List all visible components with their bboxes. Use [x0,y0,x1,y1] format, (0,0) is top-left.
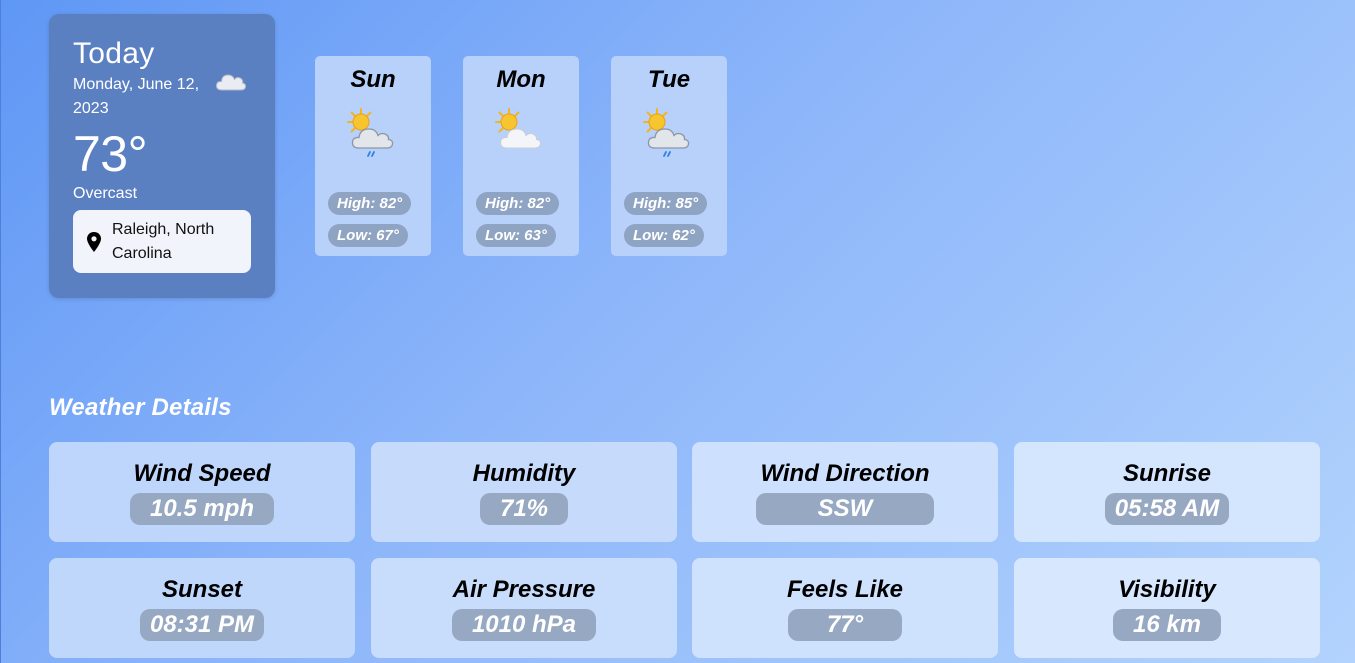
detail-label: Humidity [472,460,576,487]
forecast-day: Tue [647,66,691,93]
location-box: Raleigh, North Carolina [73,210,251,273]
forecast-high: High: 82° [476,192,560,215]
today-condition: Overcast [73,185,138,202]
detail-label: Wind Speed [133,460,271,487]
forecast-low: Low: 63° [476,224,556,247]
detail-value: 10.5 mph [129,493,275,525]
forecast-day: Sun [350,66,396,93]
forecast-low: Low: 67° [328,224,408,247]
detail-label: Sunrise [1122,460,1212,487]
today-title: Today [73,37,155,70]
detail-value: 1010 hPa [451,609,597,641]
location-pin-icon [87,231,101,252]
detail-value: 77° [787,609,903,641]
today-temperature: 73° [73,126,148,182]
sun-cloud-icon [495,108,542,149]
forecast-high: High: 85° [624,192,708,215]
sun-cloud-rain-icon [643,108,690,157]
detail-label: Visibility [1118,576,1216,603]
detail-value: 16 km [1112,609,1222,641]
today-date: Monday, June 12, 2023 [73,76,200,117]
forecast-card-tue: Tue High: 85° Low: 62° [611,56,727,256]
weather-details-title: Weather Details [49,394,232,421]
forecast-high: High: 82° [328,192,412,215]
detail-label: Wind Direction [760,460,930,487]
detail-card-wind-speed: Wind Speed 10.5 mph [49,442,355,542]
detail-card-sunset: Sunset 08:31 PM [49,558,355,658]
detail-label: Feels Like [786,576,904,603]
detail-label: Air Pressure [452,576,596,603]
forecast-card-sun: Sun High: 82° Low: 67° [315,56,431,256]
detail-card-air-pressure: Air Pressure 1010 hPa [371,558,677,658]
detail-card-wind-direction: Wind Direction SSW [692,442,998,542]
forecast-low: Low: 62° [624,224,704,247]
forecast-day: Mon [496,66,546,93]
detail-value: SSW [755,493,935,525]
detail-value: 05:58 AM [1104,493,1230,525]
detail-card-feels-like: Feels Like 77° [692,558,998,658]
cloud-icon [215,74,247,91]
forecast-card-mon: Mon High: 82° Low: 63° [463,56,579,256]
detail-card-sunrise: Sunrise 05:58 AM [1014,442,1320,542]
sun-cloud-rain-icon [347,108,394,157]
detail-label: Sunset [161,576,242,603]
detail-value: 08:31 PM [139,609,265,641]
detail-value: 71% [479,493,569,525]
detail-card-visibility: Visibility 16 km [1014,558,1320,658]
detail-card-humidity: Humidity 71% [371,442,677,542]
today-card: Today Monday, June 12, 2023 73° Overcast… [49,14,275,298]
location-text: Raleigh, North Carolina [112,220,215,262]
